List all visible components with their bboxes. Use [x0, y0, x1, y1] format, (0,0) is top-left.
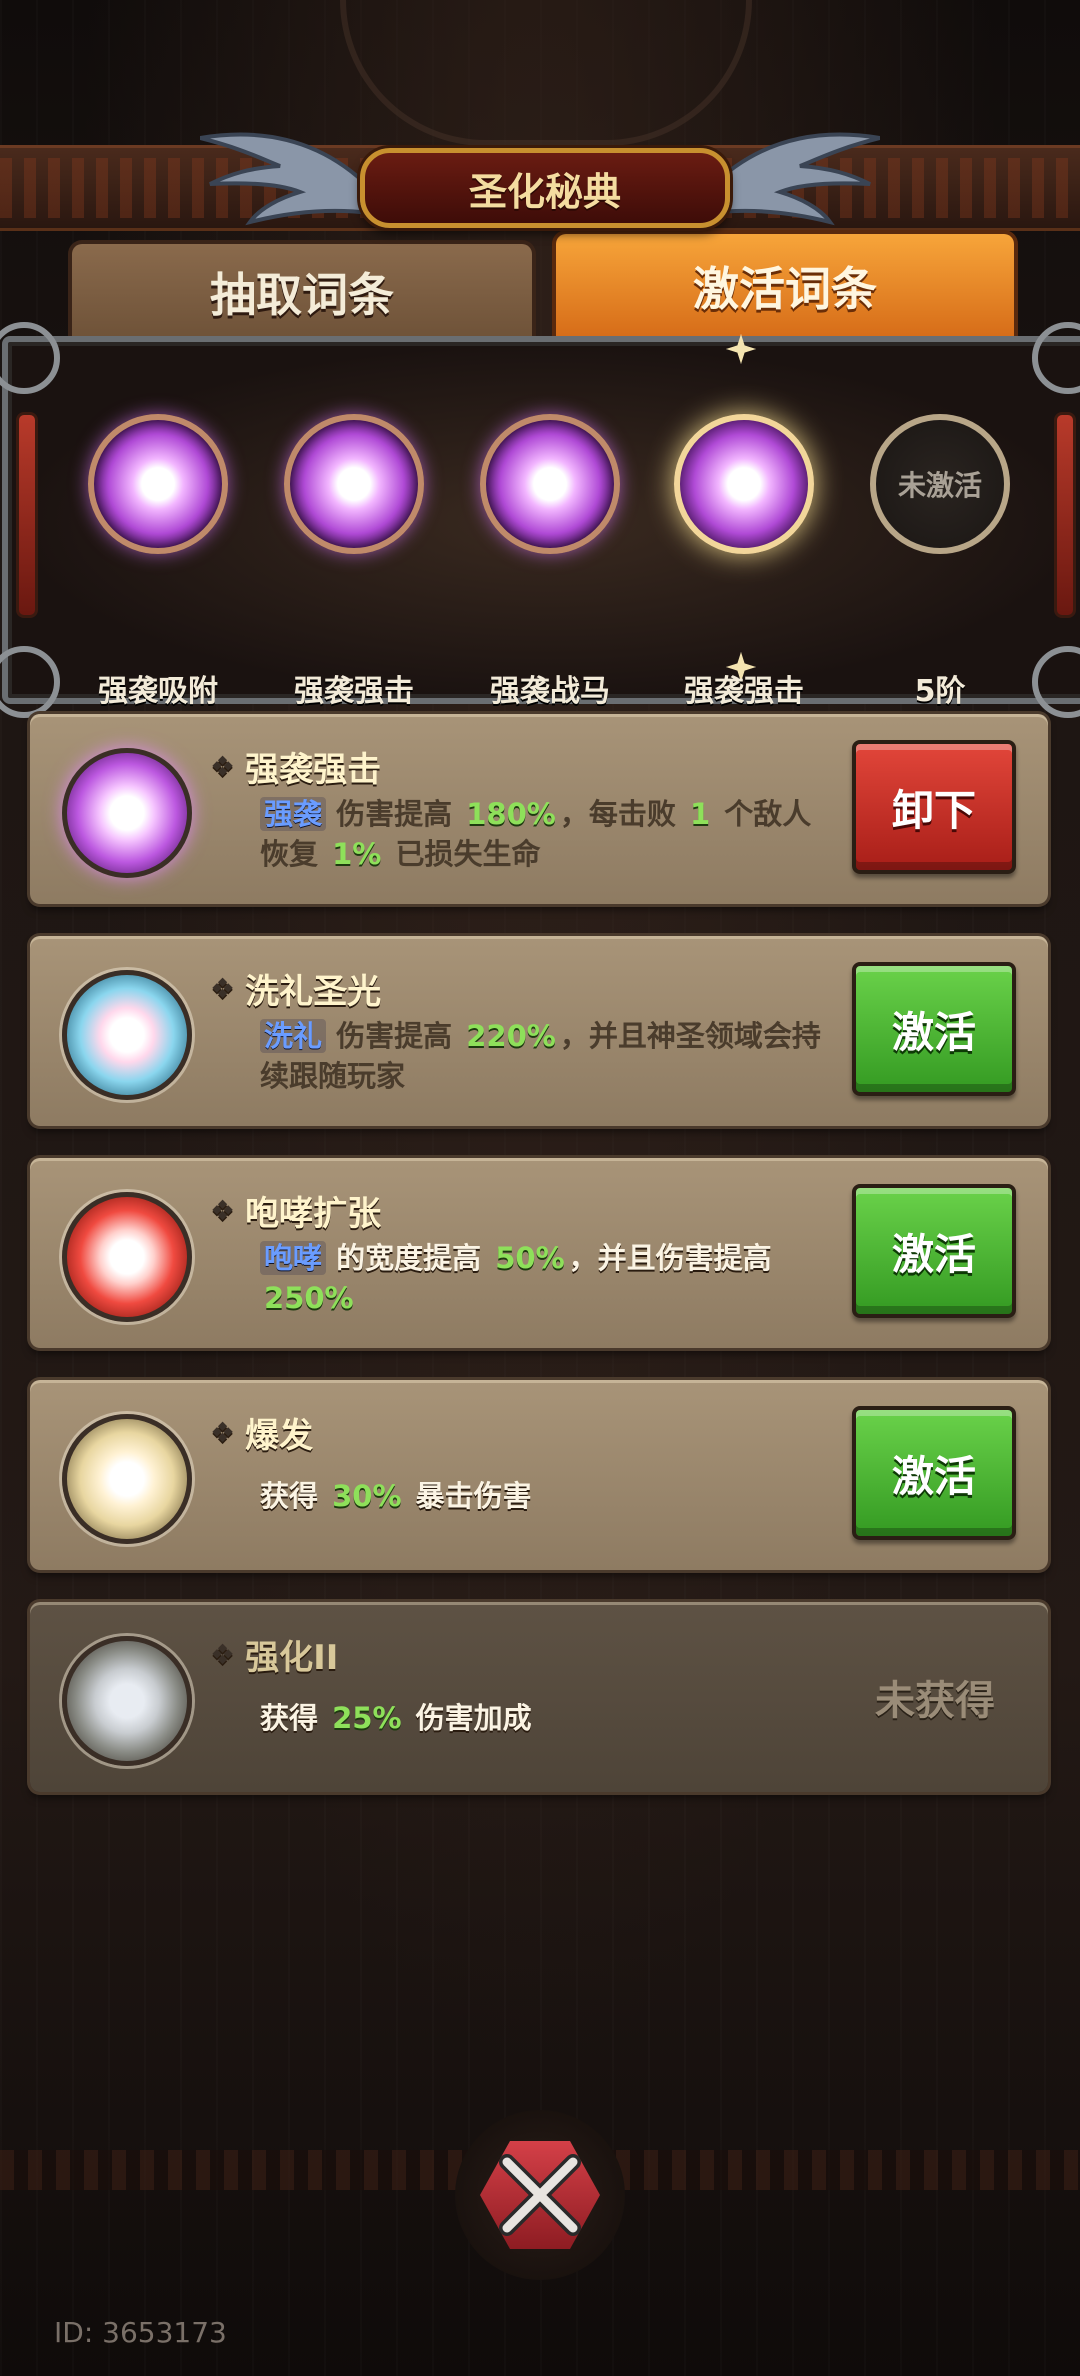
desc-number: 25% — [332, 1701, 402, 1735]
keyword-tag: 洗礼 — [260, 1019, 327, 1053]
orb-gold-icon — [62, 1414, 192, 1544]
entry-card: ❖ 洗礼圣光 洗礼 伤害提高 220% ，并且神圣领域会持续跟随玩家 激活 — [30, 936, 1048, 1126]
entry-title: ❖ 咆哮扩张 — [210, 1186, 381, 1235]
wing-icon — [200, 132, 370, 226]
slot-label: 强袭强击 — [684, 674, 804, 709]
activate-button[interactable]: 激活 — [852, 1406, 1016, 1540]
orb-red-icon — [62, 1192, 192, 1322]
desc-text: 伤害提高 — [336, 1019, 453, 1053]
activate-button[interactable]: 激活 — [852, 1184, 1016, 1318]
desc-number: 1% — [332, 837, 382, 871]
diamond-bullet-icon: ❖ — [210, 972, 236, 1005]
entry-name: 爆发 — [245, 1416, 314, 1456]
entry-card-locked: ❖ 强化II 获得 25% 伤害加成 未获得 — [30, 1602, 1048, 1792]
desc-text: 的宽度提高 — [336, 1241, 482, 1275]
entry-name: 洗礼圣光 — [245, 972, 382, 1012]
desc-text: 伤害加成 — [415, 1701, 532, 1735]
entry-description: 获得 30% 暴击伤害 — [260, 1476, 830, 1516]
orb-purple-icon — [674, 414, 814, 554]
entry-description: 洗礼 伤害提高 220% ，并且神圣领域会持续跟随玩家 — [260, 1016, 830, 1096]
equipped-slots-panel: 强袭吸附 强袭强击 强袭战马 强袭强击 未激活 5阶 — [0, 322, 1080, 718]
entry-description: 强袭 伤害提高 180% ，每击败 1 个敌人恢复 1% 已损失生命 — [260, 794, 830, 874]
desc-text: 获得 — [260, 1701, 319, 1735]
diamond-bullet-icon: ❖ — [210, 1638, 236, 1671]
diamond-bullet-icon: ❖ — [210, 1416, 236, 1449]
not-obtained-label: 未获得 — [875, 1678, 995, 1724]
entry-title: ❖ 洗礼圣光 — [210, 964, 381, 1013]
slot-4-selected[interactable]: 强袭强击 — [674, 414, 814, 709]
slot-3[interactable]: 强袭战马 — [480, 414, 620, 709]
orb-purple-icon — [284, 414, 424, 554]
keyword-tag: 强袭 — [260, 797, 327, 831]
wing-icon — [710, 132, 880, 226]
entry-title: ❖ 强袭强击 — [210, 742, 381, 791]
desc-number: 30% — [332, 1479, 402, 1513]
desc-text: 已损失生命 — [395, 837, 541, 871]
entry-title: ❖ 爆发 — [210, 1408, 313, 1457]
orb-purple-icon — [480, 414, 620, 554]
keyword-tag: 咆哮 — [260, 1241, 327, 1275]
slot-label: 强袭战马 — [490, 674, 610, 709]
entry-name: 强袭强击 — [245, 750, 382, 790]
slot-1[interactable]: 强袭吸附 — [88, 414, 228, 709]
orb-cyan-icon — [62, 970, 192, 1100]
slot-label: 5阶 — [914, 674, 966, 709]
tab-draw-entries[interactable]: 抽取词条 — [68, 240, 536, 340]
slot-2[interactable]: 强袭强击 — [284, 414, 424, 709]
desc-number: 180% — [466, 797, 556, 831]
entry-name: 强化II — [245, 1638, 339, 1678]
orb-purple-icon — [88, 414, 228, 554]
unequip-button[interactable]: 卸下 — [852, 740, 1016, 874]
desc-number: 50% — [495, 1241, 565, 1275]
empty-slot-text: 未激活 — [870, 414, 1010, 554]
close-x-icon — [480, 2141, 600, 2249]
entry-name: 咆哮扩张 — [245, 1194, 382, 1234]
desc-text: ，每击败 — [559, 797, 676, 831]
orb-purple-icon — [62, 748, 192, 878]
page-title: 圣化秘典 — [360, 148, 730, 228]
entry-card: ❖ 强袭强击 强袭 伤害提高 180% ，每击败 1 个敌人恢复 1% 已损失生命… — [30, 714, 1048, 904]
orb-gray-icon — [62, 1636, 192, 1766]
desc-text: 伤害提高 — [336, 797, 453, 831]
entry-title: ❖ 强化II — [210, 1630, 338, 1679]
tab-activate-entries[interactable]: 激活词条 — [552, 230, 1018, 338]
entry-card: ❖ 咆哮扩张 咆哮 的宽度提高 50% ，并且伤害提高 250% 激活 — [30, 1158, 1048, 1348]
diamond-bullet-icon: ❖ — [210, 1194, 236, 1227]
desc-text: 获得 — [260, 1479, 319, 1513]
desc-number: 250% — [264, 1281, 354, 1315]
slot-label: 强袭强击 — [294, 674, 414, 709]
activate-button[interactable]: 激活 — [852, 962, 1016, 1096]
desc-number: 220% — [466, 1019, 556, 1053]
slot-5-empty[interactable]: 未激活 5阶 — [870, 414, 1010, 709]
close-button[interactable] — [455, 2110, 625, 2280]
desc-text: ，并且伤害提高 — [568, 1241, 772, 1275]
desc-number: 1 — [689, 797, 711, 831]
entry-description: 咆哮 的宽度提高 50% ，并且伤害提高 250% — [260, 1238, 830, 1318]
slot-label: 强袭吸附 — [98, 674, 218, 709]
entry-card: ❖ 爆发 获得 30% 暴击伤害 激活 — [30, 1380, 1048, 1570]
player-id: ID: 3653173 — [54, 2316, 227, 2349]
diamond-bullet-icon: ❖ — [210, 750, 236, 783]
entry-description: 获得 25% 伤害加成 — [260, 1698, 830, 1738]
desc-text: 暴击伤害 — [415, 1479, 532, 1513]
